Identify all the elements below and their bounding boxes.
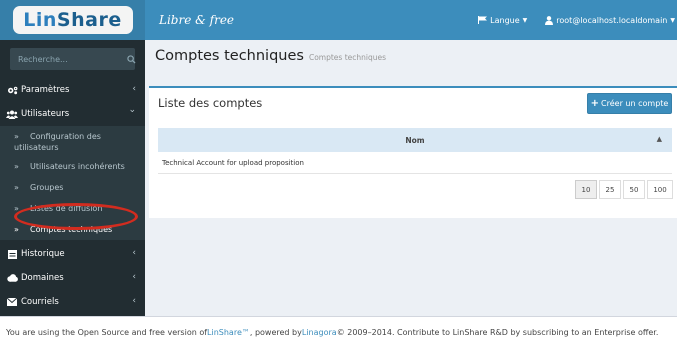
create-account-button[interactable]: + Créer un compte [587, 93, 672, 114]
logo-text-share: Share [56, 9, 122, 31]
table-row[interactable]: Technical Account for upload proposition [158, 152, 672, 174]
brand-tagline: Libre & free [159, 13, 235, 27]
page-size-100-button[interactable]: 100 [647, 180, 673, 199]
chevron-left-icon: ‹ [132, 84, 136, 94]
sidebar-item-label: Domaines [21, 273, 64, 283]
sidebar-item-label: Courriels [21, 297, 59, 307]
chevron-left-icon: ‹ [132, 296, 136, 306]
sidebar-item-label: Historique [21, 249, 65, 259]
caret-down-icon: ▼ [522, 16, 528, 24]
footer-text: You are using the Open Source and free v… [6, 327, 208, 337]
history-icon [6, 248, 18, 260]
sidebar-item-label: Paramètres [21, 85, 70, 95]
chevron-left-icon: ‹ [132, 272, 136, 282]
accounts-table: Nom ▲ Technical Account for upload propo… [158, 128, 672, 174]
linshare-link[interactable]: LinShare™ [207, 328, 250, 337]
logo-text-lin: Lin [23, 9, 57, 31]
chevron-down-icon: ⌄ [128, 105, 136, 115]
box-title: Liste des comptes [158, 96, 263, 110]
page-subtitle: Comptes techniques [308, 53, 386, 62]
table-cell-name: Technical Account for upload proposition [162, 158, 304, 167]
page-title: Comptes techniques [155, 48, 304, 64]
content-header: Comptes techniques Comptes techniques [155, 48, 386, 64]
double-chevron-icon: » [14, 183, 19, 192]
logo-area: Lin Share [0, 0, 145, 40]
cloud-icon [6, 272, 18, 284]
envelope-icon [6, 296, 18, 308]
double-chevron-icon: » [14, 132, 19, 141]
top-navbar: Libre & free Langue ▼ root@localhost.loc… [145, 0, 677, 40]
sub-item-utilisateurs-incoherents[interactable]: » Utilisateurs incohérents [0, 156, 145, 177]
double-chevron-icon: » [14, 162, 19, 171]
sub-item-groupes[interactable]: » Groupes [0, 177, 145, 198]
chevron-left-icon: ‹ [132, 248, 136, 258]
page-size-50-button[interactable]: 50 [623, 180, 645, 199]
sub-item-label: Utilisateurs incohérents [30, 162, 125, 171]
sidebar-item-label: Utilisateurs [21, 109, 70, 119]
sidebar-item-parametres[interactable]: Paramètres ‹ [0, 78, 145, 102]
linagora-link[interactable]: Linagora [302, 328, 337, 337]
plus-icon: + [590, 98, 600, 109]
user-dropdown[interactable]: root@localhost.localdomain ▼ [545, 16, 675, 25]
flag-icon [478, 16, 488, 24]
sidebar-item-courriels[interactable]: Courriels ‹ [0, 290, 145, 314]
page-size-10-button[interactable]: 10 [575, 180, 597, 199]
language-label: Langue [490, 15, 520, 25]
navbar-right: Langue ▼ root@localhost.localdomain ▼ [460, 16, 677, 25]
sidebar: LinShare Paramètres ‹ Utilisateurs ⌄ »Co… [0, 0, 145, 316]
sidebar-item-historique[interactable]: Historique ‹ [0, 242, 145, 266]
search-icon[interactable] [127, 48, 136, 70]
page-size-25-button[interactable]: 25 [599, 180, 621, 199]
sub-item-label: Configuration des utilisateurs [14, 132, 101, 152]
sidebar-menu: Paramètres ‹ Utilisateurs ⌄ [0, 78, 145, 126]
user-label: root@localhost.localdomain [556, 15, 668, 25]
footer-text: © 2009–2014. Contribute to LinShare R&D … [336, 327, 659, 337]
footer-text: , powered by [249, 327, 302, 337]
sort-asc-icon[interactable]: ▲ [657, 135, 662, 143]
sub-item-label: Groupes [30, 183, 64, 192]
highlight-annotation-ring [14, 203, 138, 230]
page-size-selector: 10 25 50 100 [573, 180, 673, 199]
accounts-box: Liste des comptes + Créer un compte Nom … [149, 86, 677, 218]
table-header-nom[interactable]: Nom ▲ [158, 128, 672, 152]
sidebar-menu-lower: Historique ‹ Domaines ‹ Courriels ‹ [0, 242, 145, 314]
footer: You are using the Open Source and free v… [0, 316, 677, 347]
language-dropdown[interactable]: Langue ▼ [478, 16, 527, 25]
linshare-logo[interactable]: Lin Share [12, 6, 133, 34]
search-input[interactable] [10, 48, 127, 70]
cogs-icon [6, 84, 18, 96]
create-account-label: Créer un compte [601, 99, 669, 108]
sidebar-search [10, 48, 136, 70]
caret-down-icon: ▼ [670, 16, 675, 24]
sidebar-item-utilisateurs[interactable]: Utilisateurs ⌄ [0, 102, 145, 126]
users-icon [6, 108, 18, 120]
double-chevron-icon: » [14, 225, 19, 234]
user-icon [545, 15, 554, 25]
column-header-label: Nom [405, 135, 425, 145]
sub-item-configuration-utilisateurs[interactable]: » Configuration des utilisateurs [0, 126, 145, 156]
sidebar-item-domaines[interactable]: Domaines ‹ [0, 266, 145, 290]
